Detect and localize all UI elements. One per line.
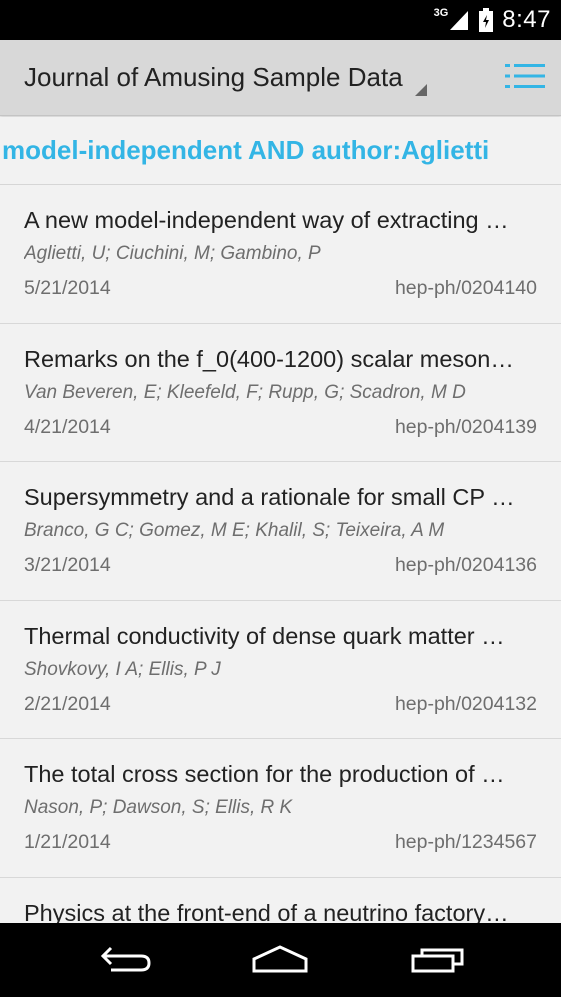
list-item[interactable]: A new model-independent way of extractin… bbox=[0, 185, 561, 324]
results-list[interactable]: A new model-independent way of extractin… bbox=[0, 185, 561, 923]
home-icon bbox=[250, 943, 310, 980]
result-authors: Van Beveren, E; Kleefeld, F; Rupp, G; Sc… bbox=[24, 381, 466, 403]
result-date: 1/21/2014 bbox=[24, 831, 111, 853]
network-type: 3G bbox=[433, 7, 449, 19]
list-item[interactable]: Remarks on the f_0(400-1200) scalar meso… bbox=[0, 323, 561, 462]
result-title: Remarks on the f_0(400-1200) scalar meso… bbox=[24, 345, 514, 372]
battery-icon bbox=[478, 8, 494, 32]
result-title: Supersymmetry and a rationale for small … bbox=[24, 484, 515, 510]
result-id: hep-ph/0204132 bbox=[394, 692, 537, 715]
list-item[interactable]: Physics at the front-end of a neutrino f… bbox=[0, 877, 561, 924]
result-id: hep-ph/0204140 bbox=[394, 277, 537, 299]
result-title: The total cross section for the producti… bbox=[24, 761, 505, 787]
result-date: 3/21/2014 bbox=[24, 554, 111, 576]
result-title: A new model-independent way of extractin… bbox=[24, 207, 509, 233]
result-date: 2/21/2014 bbox=[24, 692, 111, 715]
result-authors: Nason, P; Dawson, S; Ellis, R K bbox=[24, 797, 293, 818]
search-query: model-independent AND author:Aglietti bbox=[2, 135, 490, 165]
list-item[interactable]: The total cross section for the producti… bbox=[0, 739, 561, 878]
status-bar: 3G 8:47 bbox=[0, 0, 561, 40]
journal-spinner[interactable]: Journal of Amusing Sample Data bbox=[0, 40, 427, 115]
list-item[interactable]: Supersymmetry and a rationale for small … bbox=[0, 462, 561, 601]
result-id: hep-ph/0204139 bbox=[394, 415, 537, 438]
list-menu-icon bbox=[505, 63, 545, 94]
app-title: Journal of Amusing Sample Data bbox=[24, 62, 403, 92]
result-authors: Branco, G C; Gomez, M E; Khalil, S; Teix… bbox=[24, 520, 445, 541]
spinner-caret-icon bbox=[414, 83, 427, 96]
navigation-bar bbox=[0, 923, 561, 997]
home-button[interactable] bbox=[245, 939, 315, 983]
action-bar: Journal of Amusing Sample Data bbox=[0, 40, 561, 116]
result-title: Thermal conductivity of dense quark matt… bbox=[24, 622, 505, 649]
search-query-header: model-independent AND author:Aglietti bbox=[0, 117, 561, 185]
result-title: Physics at the front-end of a neutrino f… bbox=[24, 899, 509, 924]
back-button[interactable] bbox=[90, 939, 160, 983]
recents-icon bbox=[410, 944, 466, 979]
signal-icon bbox=[448, 9, 470, 31]
list-item[interactable]: Thermal conductivity of dense quark matt… bbox=[0, 600, 561, 739]
list-menu-button[interactable] bbox=[505, 62, 545, 94]
back-icon bbox=[97, 944, 153, 979]
result-date: 4/21/2014 bbox=[24, 415, 111, 438]
result-authors: Aglietti, U; Ciuchini, M; Gambino, P bbox=[24, 243, 321, 264]
result-date: 5/21/2014 bbox=[24, 277, 111, 299]
screen: 3G 8:47 Journal of Amusing Sample Data m… bbox=[0, 0, 561, 997]
result-id: hep-ph/1234567 bbox=[394, 831, 537, 853]
clock: 8:47 bbox=[502, 6, 551, 33]
result-id: hep-ph/0204136 bbox=[394, 554, 537, 576]
result-authors: Shovkovy, I A; Ellis, P J bbox=[24, 658, 221, 680]
recents-button[interactable] bbox=[403, 939, 473, 983]
